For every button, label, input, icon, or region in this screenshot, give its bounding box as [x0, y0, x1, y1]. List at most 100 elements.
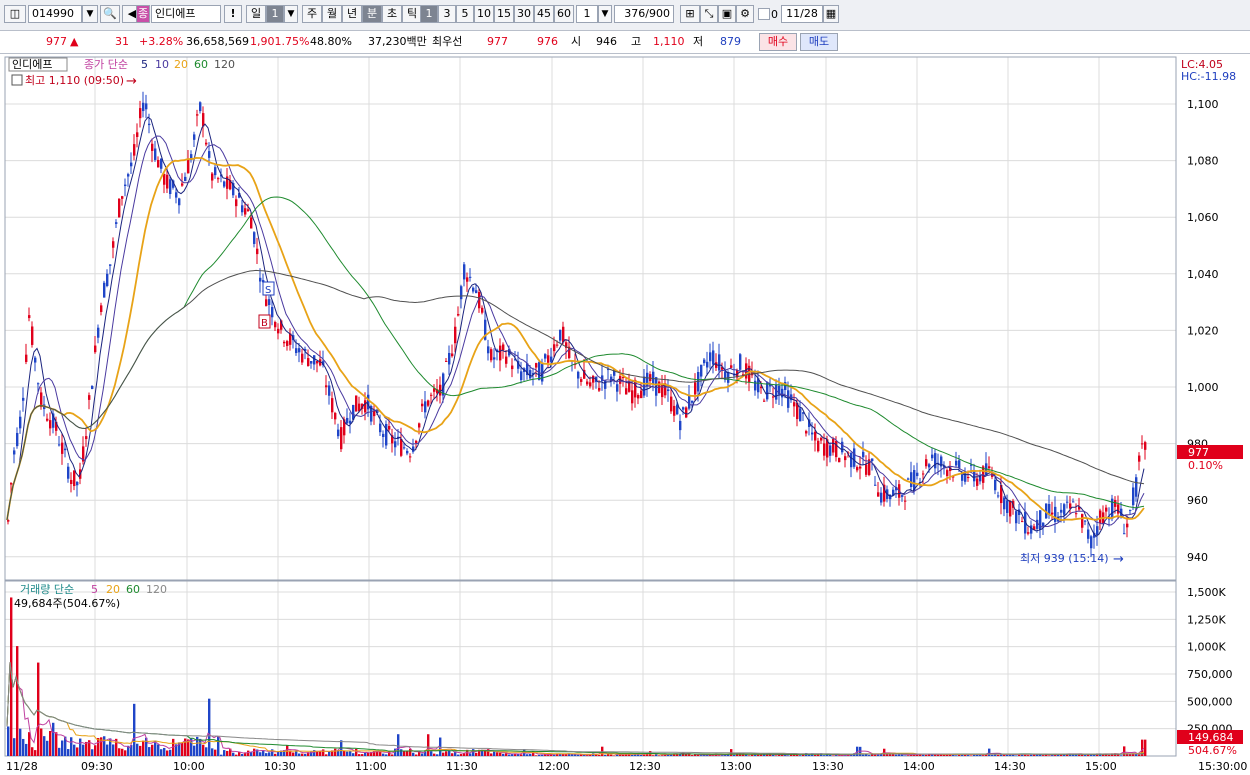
candle-body	[823, 443, 826, 456]
tab-week[interactable]: 주	[302, 5, 322, 23]
volume-bar	[733, 754, 736, 756]
candle-body	[694, 382, 697, 395]
interval-30[interactable]: 30	[514, 5, 534, 23]
interval-15[interactable]: 15	[494, 5, 514, 23]
tab-year[interactable]: 년	[342, 5, 362, 23]
volume-bar	[571, 754, 574, 756]
candle-body	[364, 400, 367, 413]
candle-body	[838, 457, 841, 463]
candle-body	[820, 437, 823, 441]
candle-body	[640, 390, 643, 399]
tab-month[interactable]: 월	[322, 5, 342, 23]
volume-bar	[346, 751, 349, 756]
volume-bar	[427, 734, 430, 756]
vol-ma120-legend: 120	[146, 583, 167, 596]
code-dropdown-icon[interactable]: ▼	[82, 5, 98, 23]
candle-body	[169, 179, 172, 195]
candle-body	[70, 479, 73, 485]
candle-body	[187, 159, 190, 174]
alert-button[interactable]: !	[224, 5, 242, 23]
window-icon[interactable]: ◫	[4, 5, 26, 23]
volume-bar	[55, 732, 58, 756]
volume-bar	[37, 662, 40, 756]
volume-bar	[181, 742, 184, 756]
y-tick-label: 1,000	[1187, 381, 1219, 394]
calendar-icon[interactable]: ▦	[823, 5, 839, 23]
candle-body	[928, 464, 931, 468]
candle-body	[829, 445, 832, 456]
interval-1[interactable]: 1	[420, 5, 438, 23]
volume-bar	[1006, 754, 1009, 756]
candle-body	[418, 423, 421, 428]
candle-body	[817, 440, 820, 452]
candle-body	[469, 276, 472, 278]
volume-bar	[136, 743, 139, 756]
volume-bar	[199, 738, 202, 756]
volume-bar	[142, 740, 145, 756]
x-tick-label: 10:00	[173, 760, 205, 773]
volume-bar	[460, 754, 463, 756]
candle-body	[445, 360, 448, 362]
count-display[interactable]: 376/900	[614, 5, 674, 23]
volume-bar	[520, 754, 523, 756]
save-icon[interactable]: ▣	[718, 5, 736, 23]
option-checkbox[interactable]	[758, 8, 770, 20]
candle-body	[874, 484, 877, 486]
low-label: 저	[693, 35, 704, 48]
interval-60[interactable]: 60	[554, 5, 574, 23]
volume-bar	[748, 755, 751, 756]
interval-select[interactable]: 1	[576, 5, 598, 23]
draw-tool-icon[interactable]: ⤡	[700, 5, 718, 23]
interval-3[interactable]: 3	[438, 5, 456, 23]
stock-type-badge: 종	[136, 5, 150, 23]
interval-dropdown-icon[interactable]: ▼	[598, 5, 612, 23]
volume-bar	[505, 753, 508, 756]
stock-name-field: 인디에프	[151, 5, 221, 23]
candle-body	[772, 396, 775, 398]
interval-5[interactable]: 5	[456, 5, 474, 23]
candle-body	[922, 473, 925, 475]
stock-code-field[interactable]: 014990	[28, 5, 82, 23]
price-volume-chart[interactable]: 1,1001,0801,0601,0401,0201,000980960940 …	[0, 54, 1250, 775]
date-field[interactable]: 11/28	[781, 5, 823, 23]
candle-body	[121, 196, 124, 199]
tab-minute[interactable]: 분	[362, 5, 382, 23]
candle-body	[577, 371, 580, 379]
tab-day[interactable]: 일	[246, 5, 266, 23]
current-price-tag	[1177, 445, 1243, 459]
search-icon[interactable]: 🔍	[100, 5, 120, 23]
candle-body	[406, 450, 409, 454]
volume-bar	[700, 755, 703, 756]
settings-gear-icon[interactable]: ⚙	[736, 5, 754, 23]
indicator-icon[interactable]: ⊞	[680, 5, 700, 23]
volume-bar	[25, 743, 28, 756]
high-note: 최고 1,110 (09:50)	[25, 74, 124, 87]
ma120-legend: 120	[214, 58, 235, 71]
volume-bar	[325, 754, 328, 756]
volume-bar	[604, 754, 607, 756]
tab-second[interactable]: 초	[382, 5, 402, 23]
candle-body	[109, 264, 112, 266]
candle-body	[73, 470, 76, 487]
volume-bar	[391, 754, 394, 756]
interval-45[interactable]: 45	[534, 5, 554, 23]
up-arrow-icon: ▲	[70, 35, 79, 48]
volume-bar	[160, 749, 163, 756]
candle-body	[1021, 521, 1024, 523]
tab-tick[interactable]: 틱	[402, 5, 422, 23]
vol-ma20-legend: 20	[106, 583, 120, 596]
interval-10[interactable]: 10	[474, 5, 494, 23]
sell-button[interactable]: 매도	[800, 33, 838, 51]
candle-body	[1105, 507, 1108, 512]
y-tick-label: 1,060	[1187, 211, 1219, 224]
candle-body	[865, 464, 868, 475]
period-dropdown-icon[interactable]: ▼	[284, 5, 298, 23]
candle-body	[184, 176, 187, 182]
candle-body	[763, 400, 766, 402]
candle-body	[337, 429, 340, 437]
buy-button[interactable]: 매수	[759, 33, 797, 51]
volume-bar	[691, 755, 694, 756]
volume-bar	[607, 754, 610, 756]
volume-tick-label: 1,000K	[1187, 641, 1226, 654]
period-count-field[interactable]: 1	[266, 5, 284, 23]
